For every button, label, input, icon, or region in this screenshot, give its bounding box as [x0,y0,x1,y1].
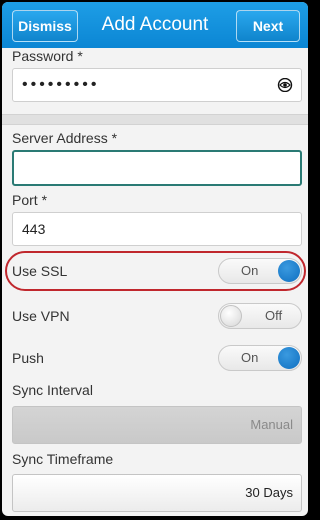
eye-icon[interactable] [277,77,293,97]
section-divider [2,114,308,125]
password-label: Password * [12,48,83,64]
dismiss-button[interactable]: Dismiss [12,10,78,42]
port-value: 443 [22,221,46,237]
sync-timeframe-dropdown[interactable]: 30 Days [12,474,302,512]
push-label: Push [12,350,44,366]
password-field[interactable]: ••••••••• [12,68,302,102]
add-account-screen: Add Account Dismiss Next Password * ••••… [2,2,308,516]
sync-timeframe-label: Sync Timeframe [12,451,114,467]
sync-interval-value: Manual [250,417,293,432]
port-input[interactable]: 443 [12,212,302,246]
use-ssl-toggle[interactable]: On [218,258,302,284]
use-vpn-state: Off [265,308,283,323]
sync-interval-dropdown[interactable]: Manual [12,406,302,444]
use-vpn-label: Use VPN [12,308,70,324]
toggle-knob [278,260,300,282]
next-button[interactable]: Next [236,10,300,42]
use-ssl-state: On [241,263,259,278]
push-toggle[interactable]: On [218,345,302,371]
toggle-knob [278,347,300,369]
sync-interval-label: Sync Interval [12,382,93,398]
toggle-knob [220,305,242,327]
title-bar: Add Account Dismiss Next [2,2,308,48]
push-state: On [241,350,259,365]
password-value: ••••••••• [22,76,100,93]
port-label: Port * [12,192,48,208]
server-address-label: Server Address * [12,130,118,146]
sync-timeframe-value: 30 Days [245,485,293,500]
use-ssl-label: Use SSL [12,263,68,279]
use-vpn-toggle[interactable]: Off [218,303,302,329]
server-address-input[interactable] [12,150,302,186]
